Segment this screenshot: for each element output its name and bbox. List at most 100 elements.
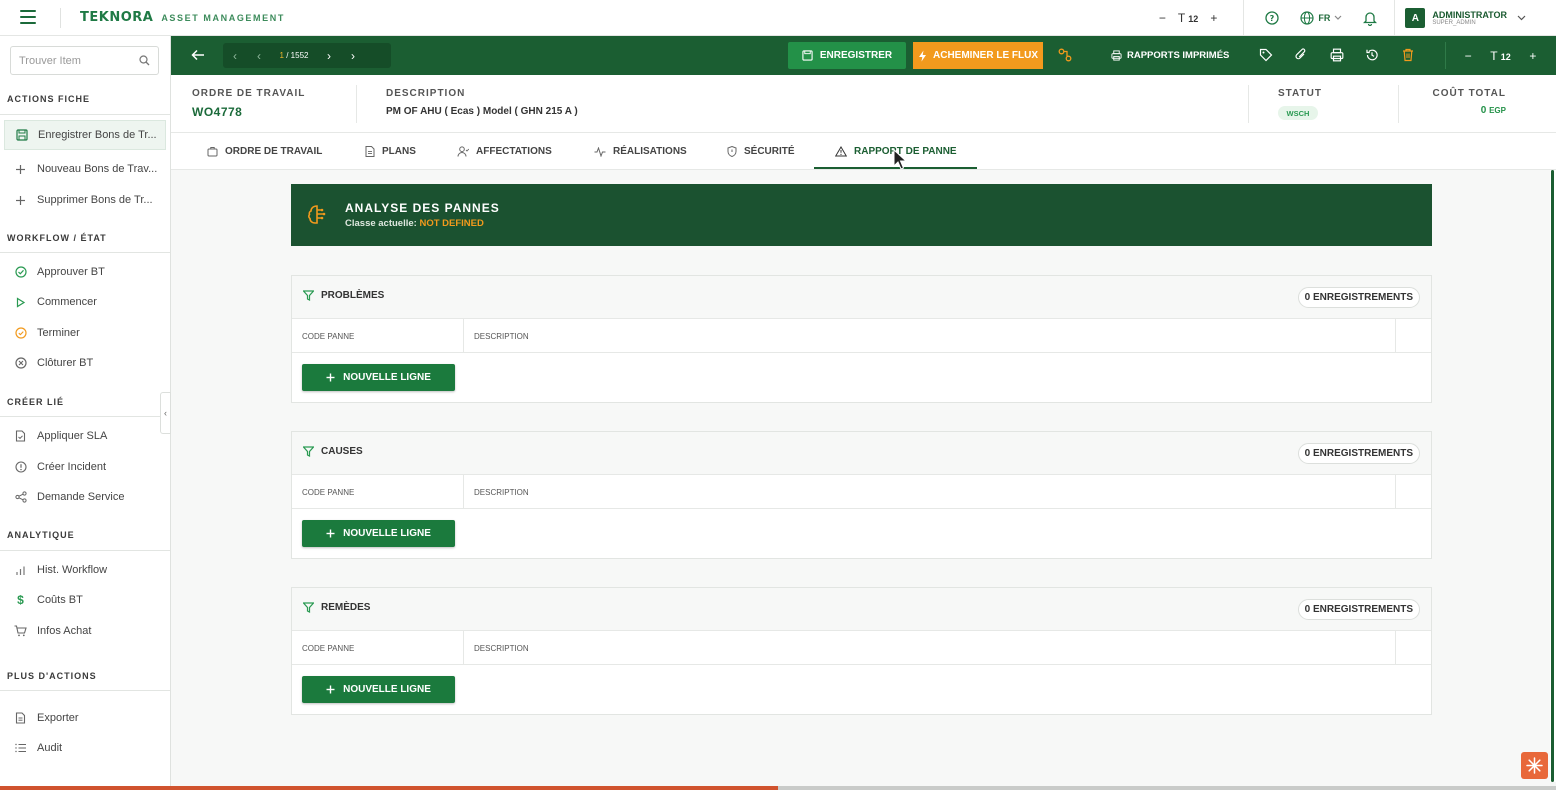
plus-icon — [326, 529, 335, 538]
font-size-control: − T 12 + — [1159, 11, 1244, 25]
save-icon — [15, 129, 28, 142]
tag-icon[interactable] — [1257, 46, 1275, 64]
font-decrease-button[interactable]: − — [1465, 49, 1472, 63]
font-increase-button[interactable]: + — [1210, 11, 1217, 25]
sidebar-item-label: Enregistrer Bons de Tr... — [38, 129, 157, 141]
first-record-icon[interactable]: ‹ — [223, 49, 247, 63]
column-header-code[interactable]: CODE PANNE — [302, 319, 354, 353]
print-icon[interactable] — [1328, 46, 1346, 64]
sidebar-item-approuver[interactable]: Approuver BT — [0, 257, 170, 287]
sidebar-item-creer-incident[interactable]: Créer Incident — [0, 452, 170, 482]
workflow-link-icon[interactable] — [1056, 46, 1074, 64]
sidebar-item-demande-service[interactable]: Demande Service — [0, 482, 170, 512]
plus-icon — [326, 685, 335, 694]
cart-icon — [14, 625, 27, 638]
font-decrease-button[interactable]: − — [1159, 11, 1166, 25]
status-label: STATUT — [1278, 88, 1322, 99]
new-line-button[interactable]: NOUVELLE LIGNE — [302, 520, 455, 547]
sidebar-item-hist-workflow[interactable]: Hist. Workflow — [0, 555, 170, 585]
font-size-display: T 12 — [1490, 49, 1510, 63]
route-flow-label: ACHEMINER LE FLUX — [933, 50, 1038, 61]
sidebar-item-couts-bt[interactable]: $ Coûts BT — [0, 585, 170, 615]
class-value: NOT DEFINED — [419, 218, 484, 229]
document-icon — [14, 712, 27, 725]
previous-record-icon[interactable]: ‹ — [247, 49, 271, 63]
brand-subtitle: ASSET MANAGEMENT — [161, 13, 285, 23]
column-header-description[interactable]: DESCRIPTION — [474, 475, 529, 509]
text-size-icon: T — [1490, 48, 1498, 63]
help-icon[interactable]: ? — [1258, 4, 1286, 32]
new-line-button[interactable]: NOUVELLE LIGNE — [302, 676, 455, 703]
delete-icon[interactable] — [1399, 46, 1417, 64]
panel-title: PROBLÈMES — [303, 290, 384, 301]
last-record-icon[interactable]: › — [341, 49, 365, 63]
menu-icon[interactable] — [20, 10, 36, 24]
new-line-button[interactable]: NOUVELLE LIGNE — [302, 364, 455, 391]
history-icon[interactable] — [1363, 46, 1381, 64]
sidebar-item-label: Terminer — [37, 327, 80, 339]
search-input[interactable] — [19, 54, 129, 67]
status-badge: WSCH — [1278, 106, 1318, 120]
causes-panel: CAUSES 0 ENREGISTREMENTS CODE PANNE DESC… — [291, 431, 1432, 559]
svg-text:?: ? — [1270, 14, 1275, 23]
tab-plans[interactable]: PLANS — [365, 133, 416, 170]
filter-icon[interactable] — [303, 290, 314, 301]
record-count-badge: 0 ENREGISTREMENTS — [1297, 287, 1420, 308]
language-selector[interactable]: FR — [1300, 11, 1342, 25]
save-icon — [802, 50, 813, 61]
panel-title-label: CAUSES — [321, 446, 363, 457]
sidebar-item-label: Demande Service — [37, 491, 125, 503]
tab-ordre-de-travail[interactable]: ORDRE DE TRAVAIL — [207, 133, 322, 170]
brain-icon — [308, 205, 326, 224]
filter-icon[interactable] — [303, 446, 314, 457]
table-header: CODE PANNE DESCRIPTION — [292, 475, 1431, 509]
record-font-size-control: − T 12 + — [1445, 42, 1555, 69]
cost-amount: 0 — [1480, 105, 1487, 116]
next-record-icon[interactable]: › — [317, 49, 341, 63]
notification-bell-icon[interactable] — [1356, 4, 1384, 32]
sidebar-item-exporter[interactable]: Exporter — [0, 703, 170, 733]
sidebar-item-enregistrer[interactable]: Enregistrer Bons de Tr... — [4, 120, 166, 150]
tab-label: RÉALISATIONS — [613, 146, 687, 157]
sidebar-item-audit[interactable]: Audit — [0, 733, 170, 763]
section-title-workflow: WORKFLOW / ÉTAT — [7, 233, 107, 243]
filter-icon[interactable] — [303, 602, 314, 613]
column-header-description[interactable]: DESCRIPTION — [474, 319, 529, 353]
back-arrow-icon[interactable] — [189, 46, 207, 64]
new-line-label: NOUVELLE LIGNE — [343, 684, 431, 695]
scrollbar[interactable] — [1550, 170, 1556, 782]
sidebar-collapse-button[interactable]: ‹ — [160, 392, 171, 434]
sidebar-item-commencer[interactable]: Commencer — [0, 287, 170, 317]
font-size-value: 12 — [1188, 14, 1199, 24]
cost-currency: EGP — [1489, 106, 1506, 115]
sidebar-item-appliquer-sla[interactable]: Appliquer SLA — [0, 421, 170, 451]
tab-securite[interactable]: SÉCURITÉ — [727, 133, 795, 170]
sidebar-item-label: Infos Achat — [37, 625, 92, 637]
sidebar-item-nouveau[interactable]: Nouveau Bons de Trav... — [0, 154, 170, 184]
paperclip-icon[interactable] — [1292, 46, 1310, 64]
brand: TEKNORA ASSET MANAGEMENT — [80, 10, 285, 25]
sidebar-item-label: Exporter — [37, 712, 79, 724]
route-flow-button[interactable]: ACHEMINER LE FLUX — [913, 42, 1043, 69]
column-header-description[interactable]: DESCRIPTION — [474, 631, 529, 665]
save-label: ENREGISTRER — [819, 50, 893, 61]
tab-affectations[interactable]: AFFECTATIONS — [457, 133, 552, 170]
sidebar-item-infos-achat[interactable]: Infos Achat — [0, 616, 170, 646]
printed-reports-button[interactable]: RAPPORTS IMPRIMÉS — [1111, 42, 1229, 69]
page-current: 1 — [279, 51, 284, 60]
user-icon — [457, 146, 469, 157]
tab-realisations[interactable]: RÉALISATIONS — [594, 133, 687, 170]
column-header-code[interactable]: CODE PANNE — [302, 475, 354, 509]
user-menu[interactable]: A ADMINISTRATOR SUPER_ADMIN — [1395, 8, 1556, 28]
sidebar-item-label: Créer Incident — [37, 461, 107, 473]
total-cost-value: 0 EGP — [1481, 105, 1506, 116]
sidebar-item-label: Hist. Workflow — [37, 564, 108, 576]
font-increase-button[interactable]: + — [1529, 49, 1536, 63]
sidebar-item-terminer[interactable]: Terminer — [0, 318, 170, 348]
sidebar-item-cloturer[interactable]: Clôturer BT — [0, 348, 170, 378]
assistant-launcher-icon[interactable] — [1521, 752, 1548, 779]
column-header-code[interactable]: CODE PANNE — [302, 631, 354, 665]
sidebar-item-supprimer[interactable]: Supprimer Bons de Tr... — [0, 185, 170, 215]
search-icon[interactable] — [139, 55, 150, 66]
save-button[interactable]: ENREGISTRER — [788, 42, 906, 69]
